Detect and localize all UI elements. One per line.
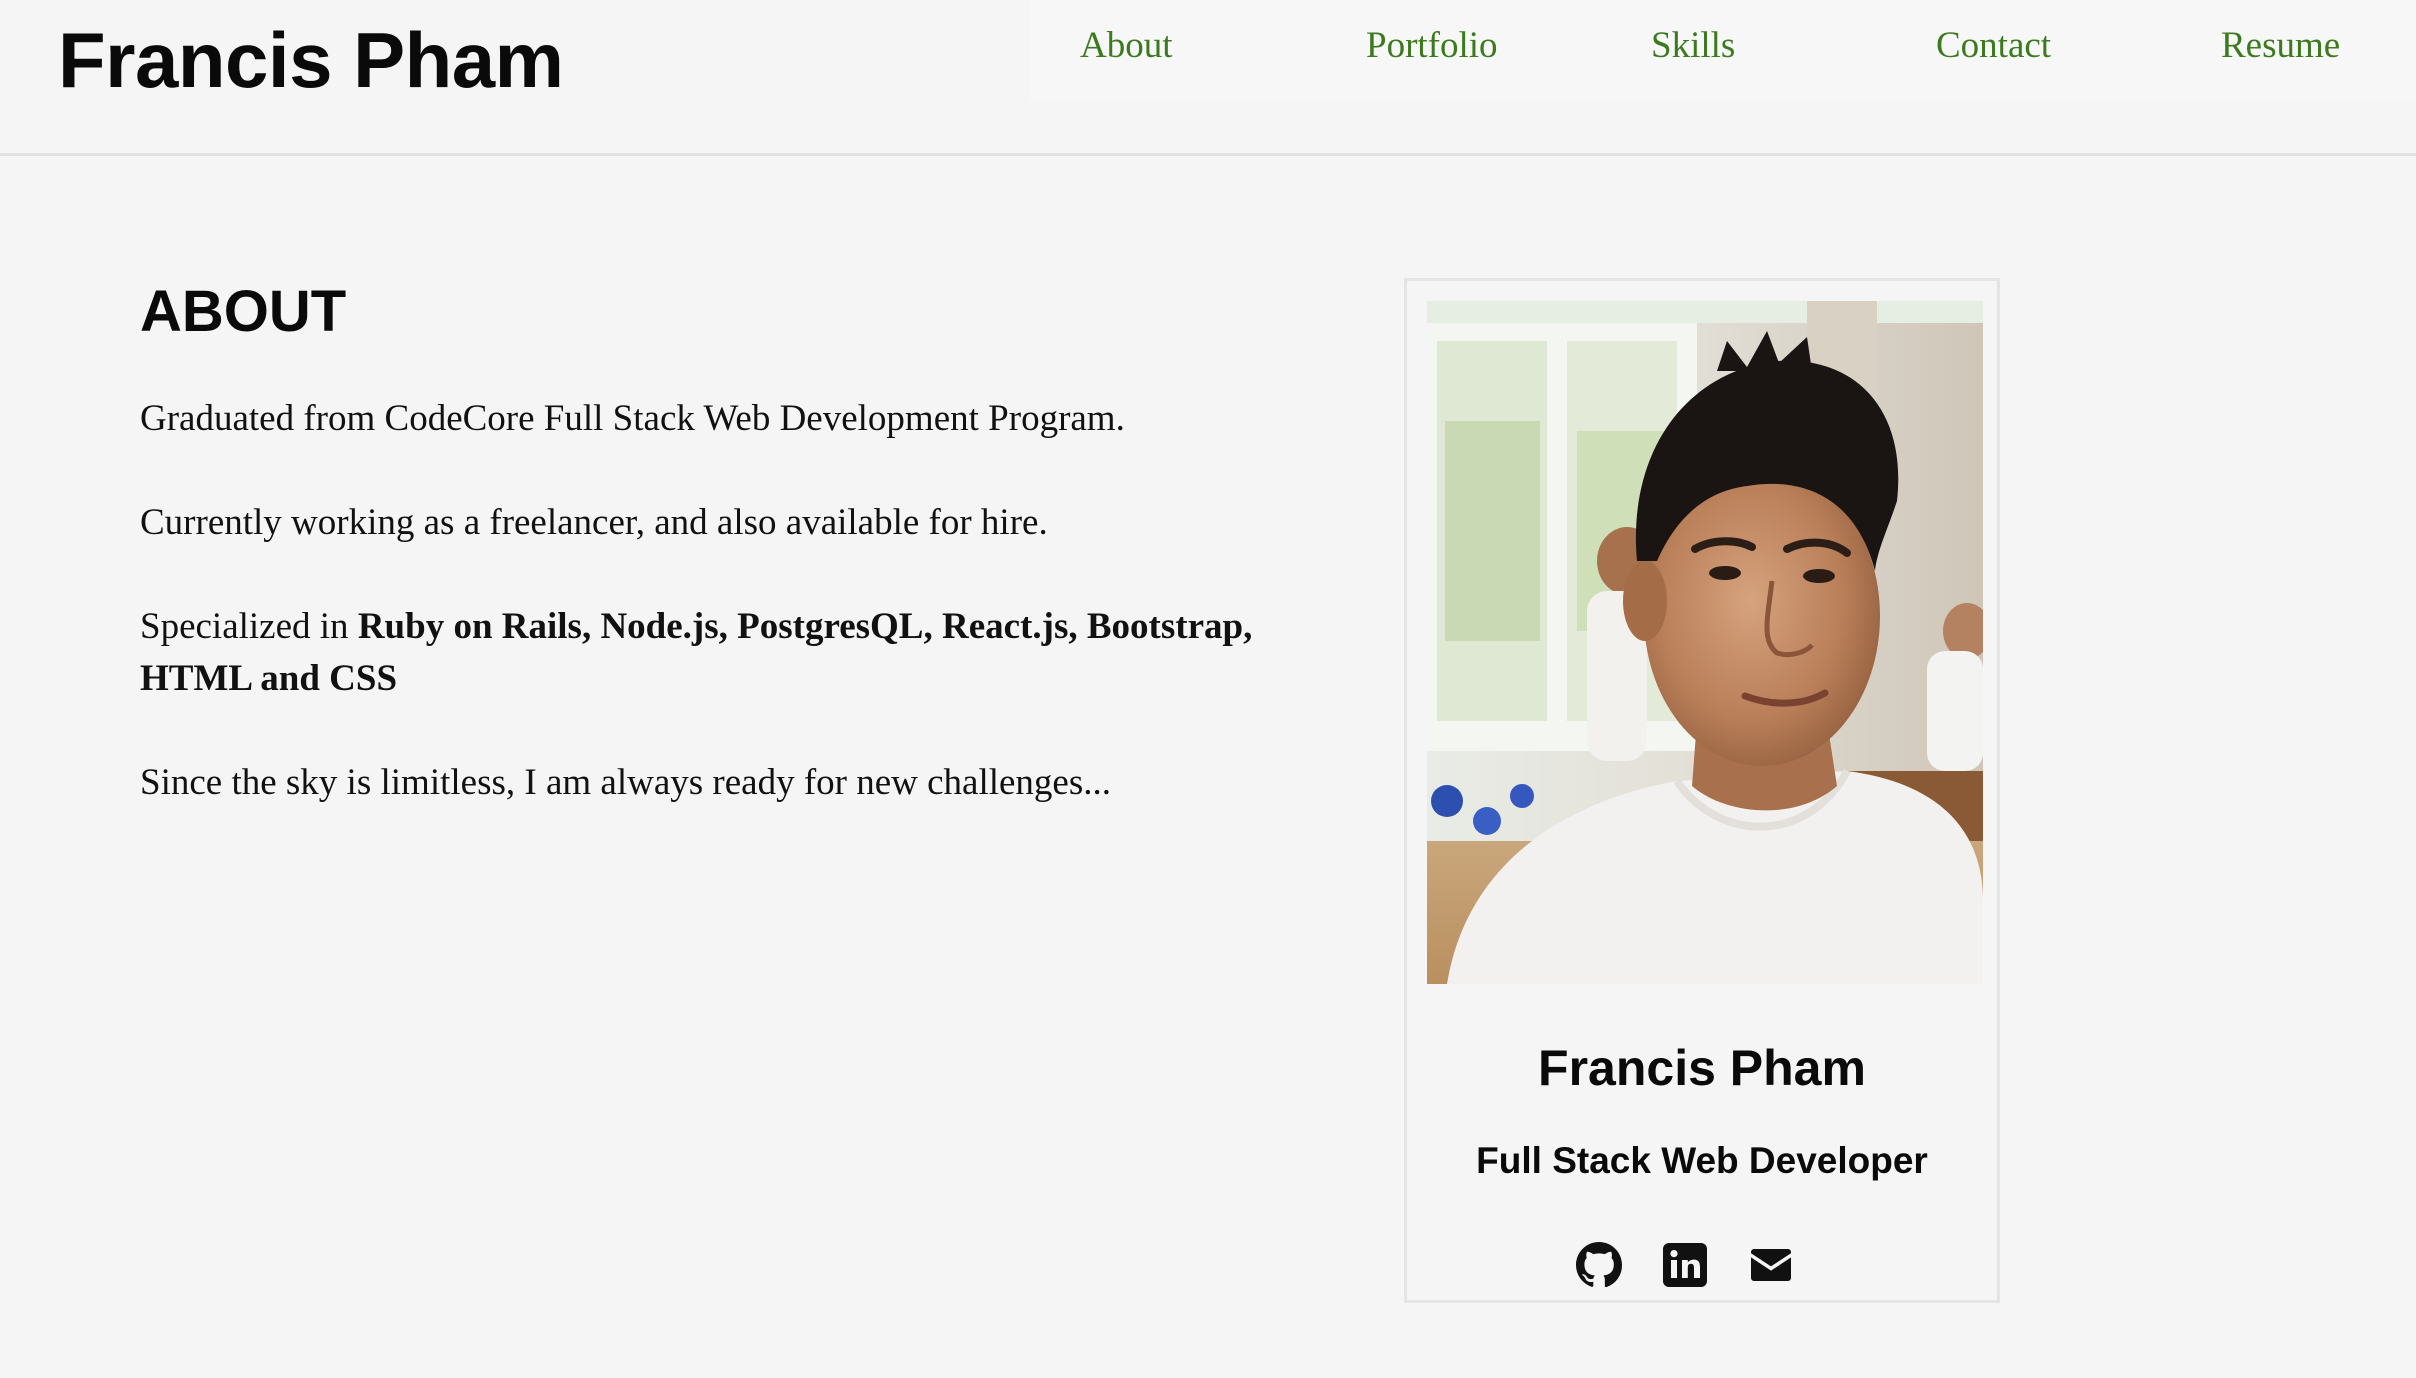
profile-photo: [1427, 301, 1983, 984]
card-role: Full Stack Web Developer: [1476, 1140, 1928, 1181]
skills-prefix: Specialized in: [140, 606, 349, 647]
about-paragraph-education: Graduated from CodeCore Full Stack Web D…: [140, 398, 1125, 439]
linkedin-icon[interactable]: [1661, 1241, 1709, 1289]
about-paragraph-skills: Specialized in Ruby on Rails, Node.js, P…: [140, 601, 1260, 705]
nav-link-portfolio[interactable]: Portfolio: [1366, 16, 1498, 76]
profile-card: Francis Pham Full Stack Web Developer: [1404, 278, 2000, 1303]
envelope-icon[interactable]: [1747, 1241, 1795, 1289]
nav-link-about[interactable]: About: [1080, 16, 1173, 76]
nav-link-skills[interactable]: Skills: [1651, 16, 1735, 76]
site-header: Francis Pham About Portfolio Skills Cont…: [0, 0, 2416, 156]
card-name: Francis Pham: [1538, 1040, 1866, 1096]
about-heading: ABOUT: [140, 279, 347, 344]
about-paragraph-closing: Since the sky is limitless, I am always …: [140, 762, 1111, 803]
nav-link-contact[interactable]: Contact: [1936, 16, 2051, 76]
main-nav: About Portfolio Skills Contact Resume: [1030, 0, 2416, 100]
social-links: [1407, 1241, 1997, 1301]
github-icon[interactable]: [1575, 1241, 1623, 1289]
about-paragraph-status: Currently working as a freelancer, and a…: [140, 502, 1048, 543]
nav-link-resume[interactable]: Resume: [2221, 16, 2340, 76]
site-brand[interactable]: Francis Pham: [58, 10, 564, 110]
